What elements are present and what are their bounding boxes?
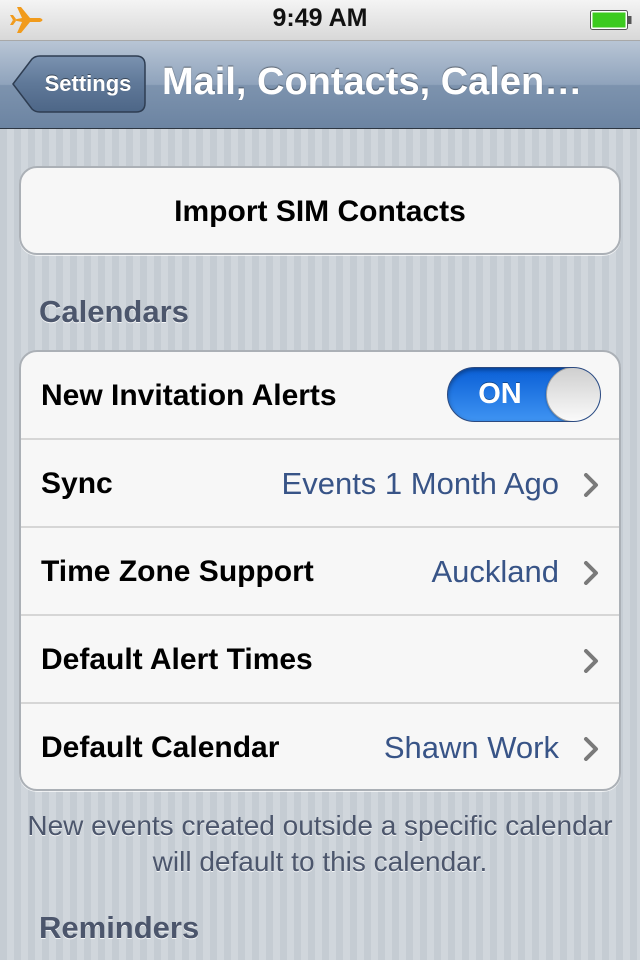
row-label: Default Calendar [41, 731, 280, 764]
section-header-reminders: Reminders [39, 910, 200, 945]
import-sim-contacts-label: Import SIM Contacts [174, 195, 466, 228]
calendars-group: New Invitation Alerts ON Sync Events 1 M… [19, 350, 621, 791]
row-value: Events 1 Month Ago [281, 466, 559, 501]
row-time-zone-support[interactable]: Time Zone Support Auckland [21, 528, 619, 616]
import-sim-contacts-button[interactable]: Import SIM Contacts [19, 166, 621, 255]
new-invitation-alerts-toggle[interactable]: ON [447, 367, 601, 422]
chevron-right-icon [584, 561, 598, 585]
row-label: Sync [41, 467, 113, 500]
row-label: Time Zone Support [41, 555, 314, 588]
chevron-right-icon [584, 649, 598, 673]
battery-icon [590, 10, 632, 30]
back-button-label: Settings [44, 71, 132, 96]
row-default-alert-times[interactable]: Default Alert Times [21, 616, 619, 704]
default-calendar-footer-note: New events created outside a specific ca… [27, 810, 613, 877]
chevron-right-icon [584, 473, 598, 497]
chevron-right-icon [584, 737, 598, 761]
toggle-knob [546, 368, 600, 421]
row-label: Default Alert Times [41, 643, 313, 676]
status-time: 9:49 AM [272, 4, 368, 32]
toggle-state-label: ON [478, 378, 522, 410]
row-default-calendar[interactable]: Default Calendar Shawn Work [21, 704, 619, 789]
row-label: New Invitation Alerts [41, 379, 337, 412]
row-sync[interactable]: Sync Events 1 Month Ago [21, 440, 619, 528]
row-value: Shawn Work [383, 730, 559, 765]
row-value: Auckland [431, 554, 559, 589]
navigation-bar: Settings Mail, Contacts, Calen… [0, 41, 640, 129]
back-button-settings[interactable]: Settings [12, 55, 146, 113]
section-header-calendars: Calendars [39, 294, 189, 329]
page-title: Mail, Contacts, Calen… [162, 61, 583, 103]
row-new-invitation-alerts: New Invitation Alerts ON [21, 352, 619, 440]
status-bar: 9:49 AM [0, 0, 640, 41]
